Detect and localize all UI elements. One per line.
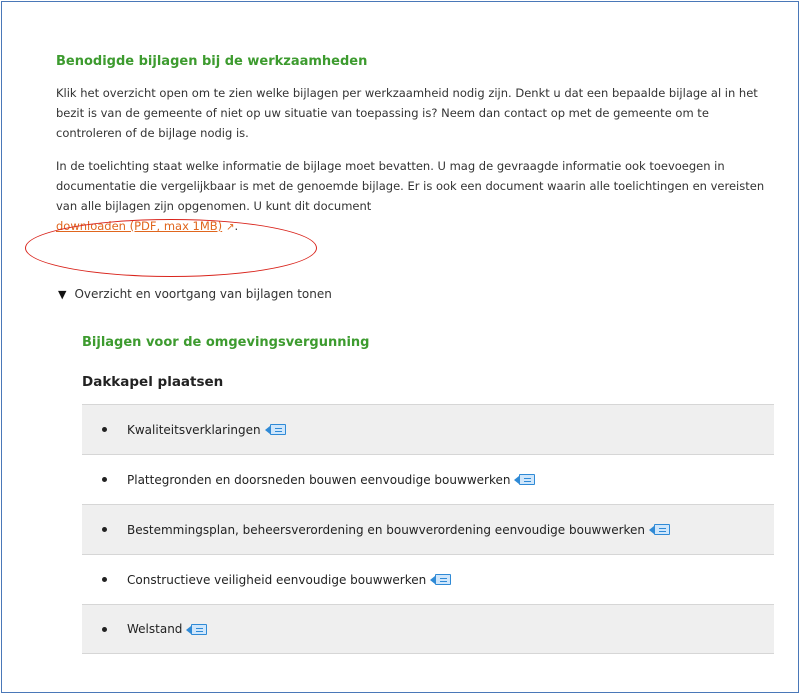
list-item: Kwaliteitsverklaringen [82,404,774,454]
bullet-icon [102,477,107,482]
toelichting-paragraph: In de toelichting staat welke informatie… [56,156,776,238]
window-frame: Benodigde bijlagen bij de werkzaamheden … [1,1,799,693]
toelichting-text: In de toelichting staat welke informatie… [56,159,765,213]
list-item: Welstand [82,604,774,654]
external-link-icon[interactable]: ↗ [226,222,234,233]
bijlagen-list: Kwaliteitsverklaringen Plattegronden en … [82,404,774,654]
vergunning-heading: Bijlagen voor de omgevingsvergunning [82,335,370,350]
overview-toggle[interactable]: ▼ Overzicht en voortgang van bijlagen to… [58,287,332,301]
document-info-icon[interactable] [186,623,208,635]
bijlage-label: Kwaliteitsverklaringen [127,422,261,437]
intro-paragraph: Klik het overzicht open om te zien welke… [56,86,758,140]
bijlage-label: Constructieve veiligheid eenvoudige bouw… [127,572,427,587]
toggle-label[interactable]: Overzicht en voortgang van bijlagen tone… [74,287,331,301]
list-item: Bestemmingsplan, beheersverordening en b… [82,504,774,554]
group-heading: Dakkapel plaatsen [82,374,224,390]
document-info-icon[interactable] [514,474,536,485]
bullet-icon [102,427,107,432]
bijlage-label: Plattegronden en doorsneden bouwen eenvo… [127,472,511,487]
document-info-icon[interactable] [430,574,452,585]
download-pdf-link[interactable]: downloaden (PDF, max 1MB) [56,219,222,233]
document-info-icon[interactable] [649,524,671,535]
bullet-icon [102,626,107,632]
bijlage-label: Bestemmingsplan, beheersverordening en b… [127,522,646,537]
document-info-icon[interactable] [264,424,287,435]
bullet-icon [102,527,107,532]
section-heading: Benodigde bijlagen bij de werkzaamheden [56,54,368,69]
bijlage-label: Welstand [127,622,183,636]
triangle-down-icon: ▼ [58,287,67,301]
bijlagen-section: Benodigde bijlagen bij de werkzaamheden … [56,54,776,238]
list-item: Constructieve veiligheid eenvoudige bouw… [82,554,774,604]
bullet-icon [102,577,107,582]
period-text: . [234,219,239,233]
list-item: Plattegronden en doorsneden bouwen eenvo… [82,454,774,504]
